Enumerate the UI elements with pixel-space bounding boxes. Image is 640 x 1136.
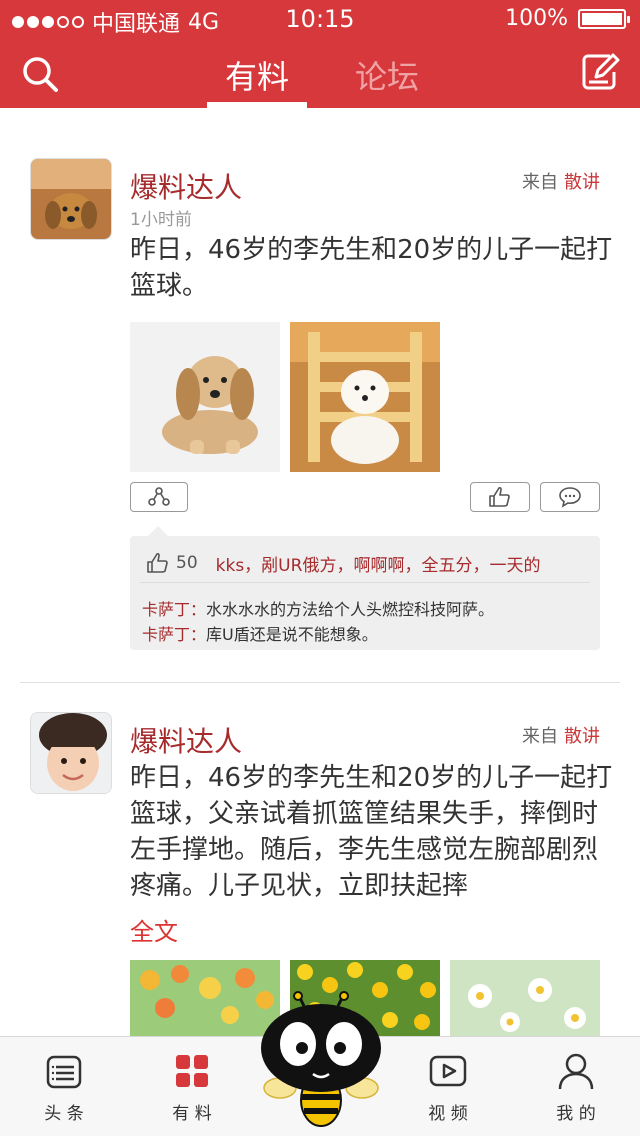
tab-video[interactable]: 视 频 bbox=[384, 1037, 512, 1136]
comment-button[interactable] bbox=[540, 482, 600, 512]
video-play-icon bbox=[429, 1055, 467, 1087]
grid-icon bbox=[176, 1055, 208, 1087]
tab-youliao[interactable]: 有料 bbox=[207, 52, 307, 108]
like-button[interactable] bbox=[470, 482, 530, 512]
comments-panel: 50 kks，剐UR俄方，啊啊啊，全五分，一天的 卡萨丁：水水水水的方法给个人头… bbox=[130, 526, 600, 650]
post-source: 来自 散讲 bbox=[522, 168, 600, 194]
post-text[interactable]: 昨日，46岁的李先生和20岁的儿子一起打篮球，父亲试着抓篮筐结果失手，摔倒时左手… bbox=[130, 760, 620, 904]
tab-me[interactable]: 我 的 bbox=[512, 1037, 640, 1136]
bee-mascot-icon[interactable] bbox=[258, 990, 384, 1130]
news-list-icon bbox=[46, 1055, 82, 1089]
post-image[interactable] bbox=[290, 322, 440, 472]
source-prefix: 来自 bbox=[522, 172, 558, 193]
share-icon bbox=[148, 487, 170, 506]
edit-icon[interactable] bbox=[580, 52, 620, 92]
comment-text: 库U盾还是说不能想象。 bbox=[206, 625, 378, 644]
avatar[interactable] bbox=[30, 712, 112, 794]
comment-author[interactable]: 卡萨丁： bbox=[142, 625, 206, 644]
comment-text: 水水水水的方法给个人头燃控科技阿萨。 bbox=[206, 600, 495, 619]
source-name[interactable]: 散讲 bbox=[564, 726, 600, 747]
tab-luntan[interactable]: 论坛 bbox=[337, 52, 437, 108]
tab-label: 视 频 bbox=[428, 1104, 468, 1124]
post-divider bbox=[20, 682, 620, 683]
post-username[interactable]: 爆料达人 bbox=[130, 166, 242, 206]
comment-item[interactable]: 卡萨丁：库U盾还是说不能想象。 bbox=[142, 621, 378, 645]
read-more-link[interactable]: 全文 bbox=[130, 912, 178, 947]
person-icon bbox=[558, 1053, 594, 1090]
tab-headlines[interactable]: 头 条 bbox=[0, 1037, 128, 1136]
status-bar: 中国联通 4G 10:15 100% bbox=[0, 0, 640, 40]
avatar[interactable] bbox=[30, 158, 112, 240]
thumbs-up-icon bbox=[147, 552, 168, 573]
like-names[interactable]: kks，剐UR俄方，啊啊啊，全五分，一天的 bbox=[216, 551, 541, 576]
post-image[interactable] bbox=[450, 960, 600, 1036]
post-time: 1小时前 bbox=[130, 210, 192, 230]
likes-count: 50 bbox=[176, 553, 198, 573]
top-nav: 有料 论坛 bbox=[0, 40, 640, 108]
tab-label: 我 的 bbox=[556, 1104, 596, 1124]
search-icon[interactable] bbox=[20, 54, 60, 94]
source-name[interactable]: 散讲 bbox=[564, 172, 600, 193]
likes-row: 50 kks，剐UR俄方，啊啊啊，全五分，一天的 bbox=[146, 548, 540, 578]
post-image[interactable] bbox=[130, 322, 280, 472]
app-header: 中国联通 4G 10:15 100% 有料 论坛 bbox=[0, 0, 640, 108]
battery-percent: 100% bbox=[505, 6, 568, 31]
comment-author[interactable]: 卡萨丁： bbox=[142, 600, 206, 619]
thumbs-up-icon bbox=[489, 486, 510, 507]
source-prefix: 来自 bbox=[522, 726, 558, 747]
post-text[interactable]: 昨日，46岁的李先生和20岁的儿子一起打篮球。 bbox=[130, 232, 620, 304]
post-username[interactable]: 爆料达人 bbox=[130, 720, 242, 760]
share-button[interactable] bbox=[130, 482, 188, 512]
tab-label: 头 条 bbox=[44, 1104, 84, 1124]
tab-youliao-bottom[interactable]: 有 料 bbox=[128, 1037, 256, 1136]
battery-icon bbox=[578, 8, 630, 29]
comment-icon bbox=[559, 487, 581, 508]
comment-item[interactable]: 卡萨丁：水水水水的方法给个人头燃控科技阿萨。 bbox=[142, 596, 494, 620]
tab-label: 有 料 bbox=[172, 1104, 212, 1124]
feed-list[interactable]: 爆料达人 来自散讲 1小时前 昨日，46岁的李先生和20岁的儿子一起打篮球。 bbox=[0, 108, 640, 1036]
post-source: 来自 散讲 bbox=[522, 722, 600, 748]
